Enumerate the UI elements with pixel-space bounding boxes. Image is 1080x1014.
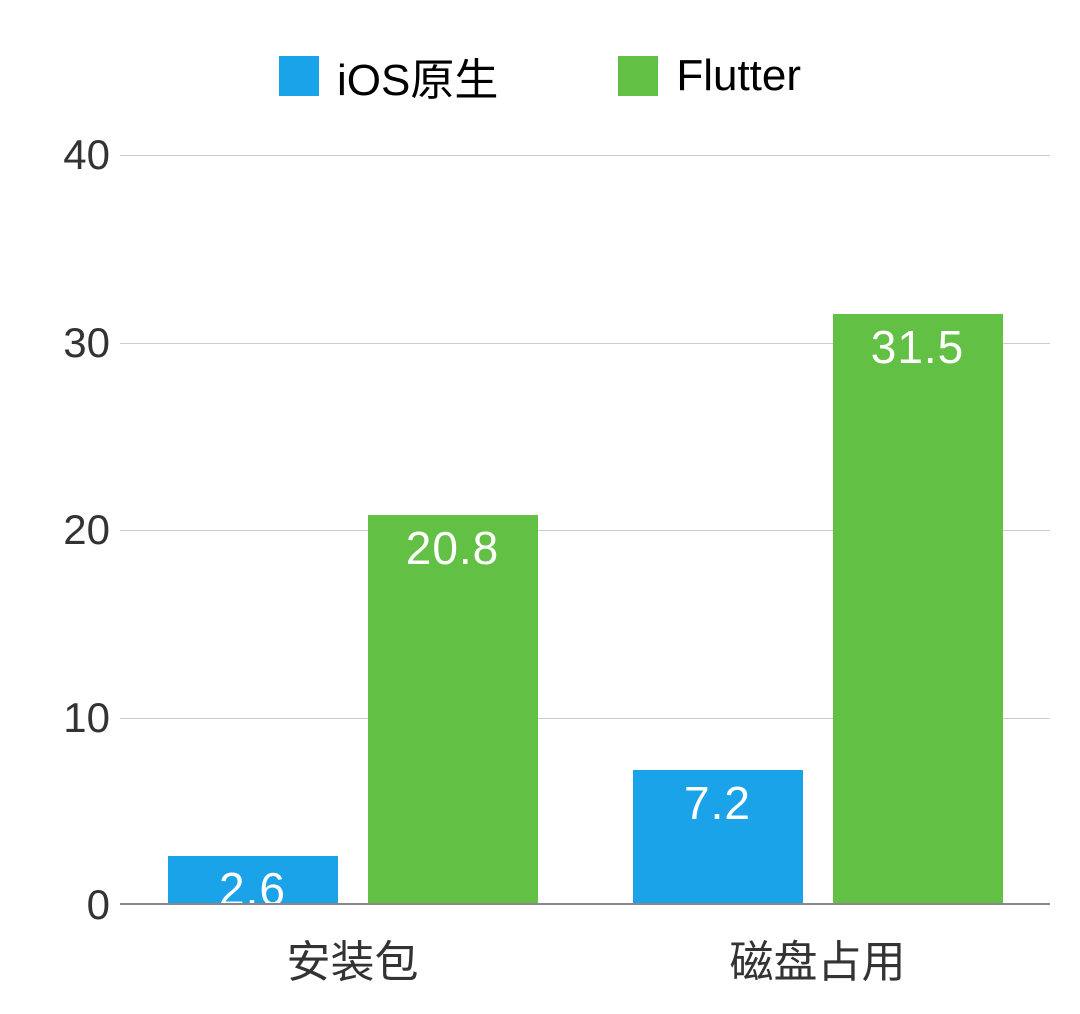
- y-tick-label: 10: [63, 694, 110, 742]
- x-axis-line: [120, 903, 1050, 905]
- legend-item-ios: iOS原生: [279, 44, 498, 108]
- legend-item-flutter: Flutter: [618, 51, 801, 101]
- x-tick-label-1: 磁盘占用: [668, 926, 968, 990]
- bar-label: 31.5: [833, 320, 1003, 374]
- gridline: [120, 155, 1050, 156]
- y-tick-label: 20: [63, 506, 110, 554]
- bar-label: 20.8: [368, 521, 538, 575]
- y-tick-label: 30: [63, 319, 110, 367]
- legend-swatch-ios: [279, 56, 319, 96]
- y-tick-label: 40: [63, 131, 110, 179]
- chart-container: iOS原生 Flutter 2.6 20.8 7.2 31.5 0 10 20 …: [0, 0, 1080, 1014]
- bar-ios-0: 2.6: [168, 856, 338, 905]
- legend-swatch-flutter: [618, 56, 658, 96]
- plot-area: 2.6 20.8 7.2 31.5: [120, 155, 1050, 905]
- bar-label: 2.6: [168, 862, 338, 916]
- bar-flutter-1: 31.5: [833, 314, 1003, 905]
- x-tick-label-0: 安装包: [203, 926, 503, 990]
- y-tick-label: 0: [87, 881, 110, 929]
- bar-ios-1: 7.2: [633, 770, 803, 905]
- bar-flutter-0: 20.8: [368, 515, 538, 905]
- chart-legend: iOS原生 Flutter: [0, 44, 1080, 108]
- bar-label: 7.2: [633, 776, 803, 830]
- legend-label-ios: iOS原生: [337, 44, 498, 108]
- legend-label-flutter: Flutter: [676, 51, 801, 101]
